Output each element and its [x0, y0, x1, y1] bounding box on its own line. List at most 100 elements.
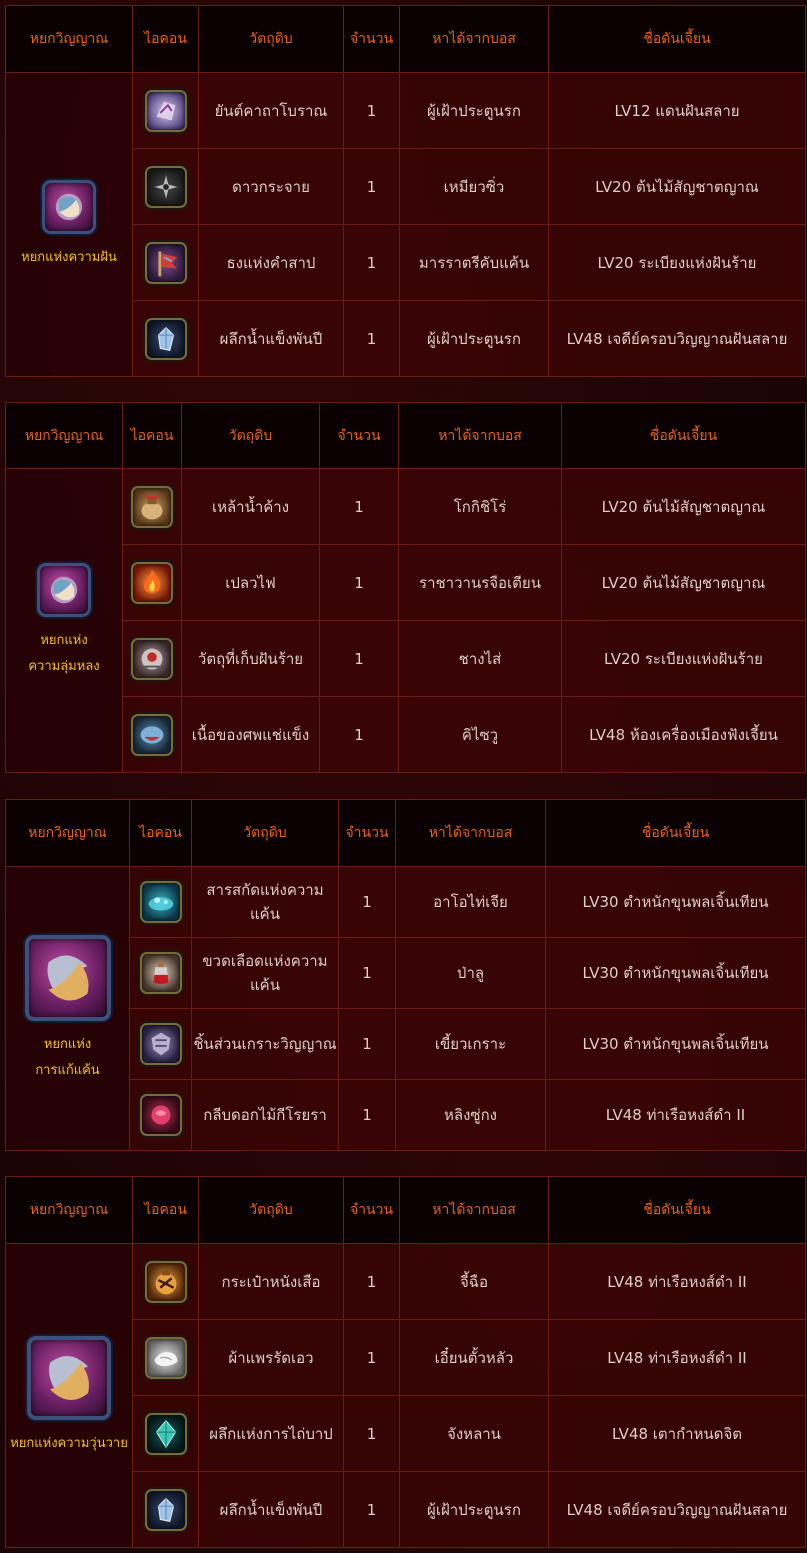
header-boss: หาได้จากบอส — [395, 799, 546, 867]
dungeon-cell: LV20 ต้นไม้สัญชาตญาณ — [561, 468, 806, 545]
jade-chaos-icon — [27, 1336, 111, 1420]
header-icon: ไอคอน — [132, 5, 199, 73]
quantity-cell: 1 — [319, 544, 399, 621]
dungeon-cell: LV48 เจดีย์ครอบวิญญาณฝันสลาย — [548, 1471, 806, 1548]
header-boss: หาได้จากบอส — [398, 402, 562, 469]
jade-cell: หยกแห่งความฝัน — [5, 72, 133, 377]
icon-cell — [129, 1079, 192, 1151]
boss-cell: เขี้ยวเกราะ — [395, 1008, 546, 1080]
icon-cell — [129, 937, 192, 1009]
ice-crystal-icon — [144, 317, 187, 360]
quantity-cell: 1 — [343, 1319, 400, 1396]
ancient-talisman-icon — [144, 89, 187, 132]
icon-cell — [122, 620, 182, 697]
header-spirit-jade: หยกวิญญาณ — [5, 402, 123, 469]
quantity-cell: 1 — [319, 468, 399, 545]
table-row: หยกแห่ง การแก้แค้น สารสกัดแห่งความแค้น 1… — [5, 866, 806, 1151]
header-spirit-jade: หยกวิญญาณ — [5, 799, 130, 867]
jade-name-line2: การแก้แค้น — [35, 1063, 100, 1078]
header-quantity: จำนวน — [338, 799, 396, 867]
icon-cell — [122, 468, 182, 545]
header-boss: หาได้จากบอส — [399, 1176, 549, 1244]
header-dungeon: ชื่อดันเจี้ยน — [545, 799, 806, 867]
icon-cell — [132, 72, 199, 149]
dungeon-cell: LV48 ท่าเรือหงส์ดำ II — [545, 1079, 806, 1151]
rose-petal-icon — [139, 1094, 182, 1136]
jade-table-vengeance: หยกวิญญาณ ไอคอน วัตถุดิบ จำนวน หาได้จากบ… — [5, 799, 806, 1151]
header-dungeon: ชื่อดันเจี้ยน — [548, 5, 806, 73]
silk-cloth-icon — [144, 1336, 187, 1379]
header-boss: หาได้จากบอส — [399, 5, 549, 73]
jade-vengeance-icon — [24, 935, 111, 1021]
boss-cell: ราชาวานรจือเตียน — [398, 544, 562, 621]
jade-name: หยกแห่งความวุ่นวาย — [10, 1436, 128, 1451]
icon-cell — [132, 224, 199, 301]
dungeon-cell: LV20 ต้นไม้สัญชาตญาณ — [548, 148, 806, 225]
dungeon-cell: LV48 ท่าเรือหงส์ดำ II — [548, 1243, 806, 1320]
icon-cell — [132, 1395, 199, 1472]
header-dungeon: ชื่อดันเจี้ยน — [548, 1176, 806, 1244]
dungeon-cell: LV30 ตำหนักขุนพลเจิ้นเทียน — [545, 937, 806, 1009]
quantity-cell: 1 — [343, 1471, 400, 1548]
header-material: วัตถุดิบ — [191, 799, 339, 867]
dungeon-cell: LV20 ระเบียงแห่งฝันร้าย — [561, 620, 806, 697]
boss-cell: ผู้เฝ้าประตูนรก — [399, 300, 549, 377]
dungeon-cell: LV48 เตากำหนดจิต — [548, 1395, 806, 1472]
material-cell: เปลวไฟ — [181, 544, 320, 621]
material-cell: กลีบดอกไม้กีโรยรา — [191, 1079, 339, 1151]
table-row: วัตถุที่เก็บฝันร้าย 1 ชางไส่ LV20 ระเบีย… — [6, 620, 806, 697]
boss-cell: จี้ฉือ — [399, 1243, 549, 1320]
quantity-cell: 1 — [343, 224, 400, 301]
jade-cell: หยกแห่งความวุ่นวาย — [5, 1243, 133, 1548]
quantity-cell: 1 — [343, 300, 400, 377]
header-spirit-jade: หยกวิญญาณ — [5, 5, 133, 73]
material-cell: ดาวกระจาย — [198, 148, 344, 225]
header-spirit-jade: หยกวิญญาณ — [5, 1176, 133, 1244]
icon-cell — [129, 866, 192, 938]
jade-table-obsession: หยกวิญญาณ ไอคอน วัตถุดิบ จำนวน หาได้จากบ… — [5, 402, 806, 773]
material-cell: วัตถุที่เก็บฝันร้าย — [181, 620, 320, 697]
quantity-cell: 1 — [319, 696, 399, 773]
jade-name-line1: หยกแห่ง — [43, 1037, 92, 1052]
quantity-cell: 1 — [338, 937, 396, 1009]
header-quantity: จำนวน — [343, 1176, 400, 1244]
icon-cell — [129, 1008, 192, 1080]
icon-cell — [122, 544, 182, 621]
quantity-cell: 1 — [343, 1395, 400, 1472]
boss-cell: ชางไส่ — [398, 620, 562, 697]
material-cell: ผลึกน้ำแข็งพันปี — [198, 1471, 344, 1548]
table-row: หยกแห่ง ความลุ่มหลง เหล้าน้ำค้าง 1 โกกิช… — [5, 468, 806, 773]
header-quantity: จำนวน — [343, 5, 400, 73]
cursed-flag-icon — [144, 241, 187, 284]
jade-name-line2: ความลุ่มหลง — [28, 659, 100, 674]
boss-cell: อาโอไท่เจีย — [395, 866, 546, 938]
table-header-row: หยกวิญญาณ ไอคอน วัตถุดิบ จำนวน หาได้จากบ… — [5, 799, 806, 867]
quantity-cell: 1 — [319, 620, 399, 697]
blood-vial-icon — [139, 952, 182, 994]
material-cell: ผลึกแห่งการไถ่บาป — [198, 1395, 344, 1472]
tiger-pouch-icon — [144, 1260, 187, 1303]
ice-crystal-icon — [144, 1488, 187, 1531]
dungeon-cell: LV30 ตำหนักขุนพลเจิ้นเทียน — [545, 866, 806, 938]
icon-cell — [132, 1243, 199, 1320]
frozen-flesh-icon — [131, 713, 173, 756]
quantity-cell: 1 — [343, 148, 400, 225]
icon-cell — [132, 148, 199, 225]
table-row: เปลวไฟ 1 ราชาวานรจือเตียน LV20 ต้นไม้สัญ… — [6, 544, 806, 621]
material-cell: เนื้อของศพแช่แข็ง — [181, 696, 320, 773]
boss-cell: เอี๋ยนตั้วหลัว — [399, 1319, 549, 1396]
dungeon-cell: LV48 เจดีย์ครอบวิญญาณฝันสลาย — [548, 300, 806, 377]
nightmare-relic-icon — [131, 637, 173, 680]
material-cell: ขวดเลือดแห่งความแค้น — [191, 937, 339, 1009]
material-cell: สารสกัดแห่งความแค้น — [191, 866, 339, 938]
jade-name-line1: หยกแห่ง — [40, 633, 88, 648]
jade-dream-icon — [42, 180, 96, 234]
dungeon-cell: LV20 ระเบียงแห่งฝันร้าย — [548, 224, 806, 301]
table-row: เนื้อของศพแช่แข็ง 1 คิไซวู LV48 ห้องเครื… — [6, 696, 806, 773]
material-cell: ผ้าแพรรัดเอว — [198, 1319, 344, 1396]
quantity-cell: 1 — [338, 1079, 396, 1151]
boss-cell: โกกิชิโร่ — [398, 468, 562, 545]
material-cell: ผลึกน้ำแข็งพันปี — [198, 300, 344, 377]
table-header-row: หยกวิญญาณ ไอคอน วัตถุดิบ จำนวน หาได้จากบ… — [5, 402, 806, 469]
boss-cell: ผู้เฝ้าประตูนรก — [399, 72, 549, 149]
